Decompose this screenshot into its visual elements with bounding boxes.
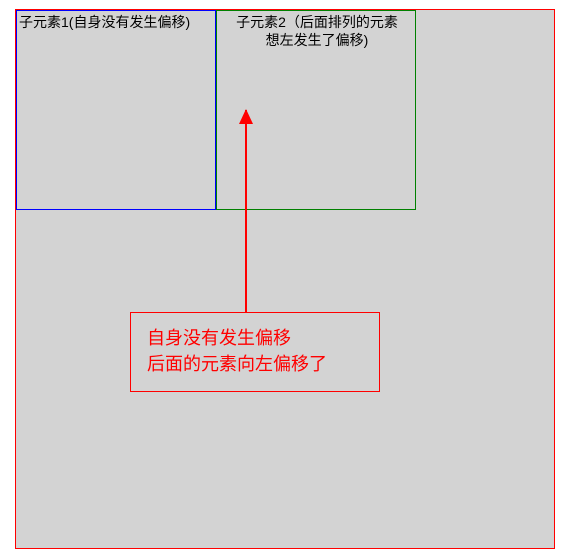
child-element-1-label: 子元素1(自身没有发生偏移)	[19, 13, 190, 31]
callout-arrow-line	[245, 110, 247, 312]
child-element-2-label-line2: 想左发生了偏移)	[266, 32, 369, 48]
child-element-2-label-line1: 子元素2（后面排列的元素	[236, 14, 398, 30]
callout-box: 自身没有发生偏移 后面的元素向左偏移了	[130, 312, 380, 392]
child-element-1: 子元素1(自身没有发生偏移)	[16, 10, 216, 210]
outer-container: 子元素2（后面排列的元素 想左发生了偏移) 子元素1(自身没有发生偏移) 自身没…	[15, 9, 555, 549]
callout-line2: 后面的元素向左偏移了	[147, 354, 327, 374]
callout-arrow-head-icon	[239, 109, 253, 124]
canvas: 子元素2（后面排列的元素 想左发生了偏移) 子元素1(自身没有发生偏移) 自身没…	[0, 0, 575, 560]
callout-line1: 自身没有发生偏移	[147, 328, 291, 348]
child-element-2-label: 子元素2（后面排列的元素 想左发生了偏移)	[219, 13, 415, 49]
